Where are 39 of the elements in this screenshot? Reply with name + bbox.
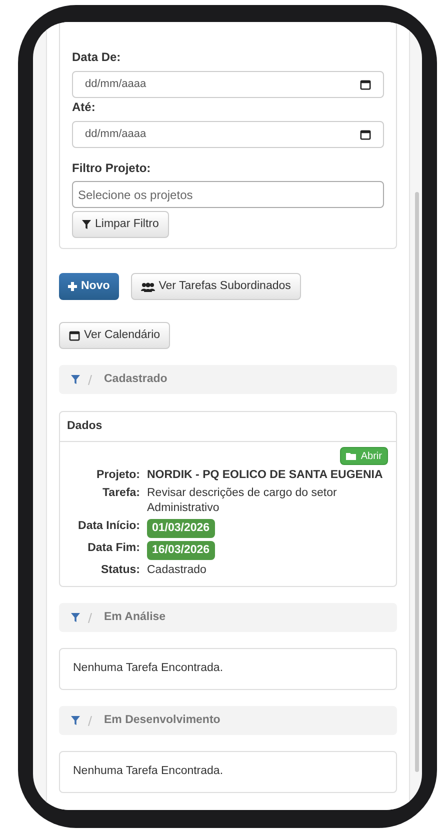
- filter-icon: [82, 220, 91, 229]
- field-label: Até:: [72, 99, 96, 116]
- slash-divider: [88, 716, 92, 726]
- folder-icon: [346, 452, 357, 460]
- calendar-icon: [69, 330, 80, 341]
- date-to-field[interactable]: dd/mm/aaaa: [72, 121, 384, 148]
- field-label: Projeto:: [96, 468, 140, 483]
- field-label: Tarefa:: [102, 486, 140, 501]
- empty-message: Nenhuma Tarefa Encontrada.: [73, 661, 224, 676]
- new-button[interactable]: Novo: [59, 273, 119, 300]
- field-value: Revisar descrições de cargo do setor Administrativo: [147, 486, 338, 516]
- date-badge: 16/03/2026: [147, 541, 215, 560]
- date-from-field[interactable]: dd/mm/aaaa: [72, 71, 384, 98]
- field-label: Status:: [100, 563, 140, 578]
- slash-divider: [88, 612, 92, 622]
- calendar-icon: [360, 79, 371, 90]
- field-label: Data Fim:: [86, 541, 140, 556]
- field-label: Filtro Projeto:: [72, 160, 152, 177]
- date-badge: 01/03/2026: [147, 519, 215, 538]
- calendar-icon: [360, 129, 371, 140]
- plus-icon: [68, 282, 77, 291]
- subordinates-button[interactable]: Ver Tarefas Subordinados: [130, 273, 301, 300]
- clear-filter-button[interactable]: Limpar Filtro: [72, 211, 169, 238]
- users-icon: [140, 282, 155, 292]
- breadcrumb-title: Em Análise: [104, 610, 166, 625]
- calendar-button[interactable]: Ver Calendário: [59, 322, 170, 349]
- slash-divider: [88, 374, 92, 384]
- project-select[interactable]: Selecione os projetos: [72, 181, 384, 208]
- breadcrumb-title: Cadastrado: [104, 372, 168, 387]
- panel-title: Dados: [67, 418, 102, 434]
- empty-message: Nenhuma Tarefa Encontrada.: [73, 764, 224, 780]
- breadcrumb-title: Em Desenvolvimento: [104, 712, 220, 728]
- field-label: Data Início:: [77, 519, 140, 534]
- filter-icon: [71, 375, 80, 384]
- field-value: Cadastrado: [147, 563, 206, 578]
- filter-icon: [71, 716, 80, 725]
- filter-icon: [71, 613, 80, 622]
- field-label: Data De:: [72, 49, 122, 66]
- field-value: NORDIK - PQ EOLICO DE SANTA EUGENIA: [147, 468, 383, 483]
